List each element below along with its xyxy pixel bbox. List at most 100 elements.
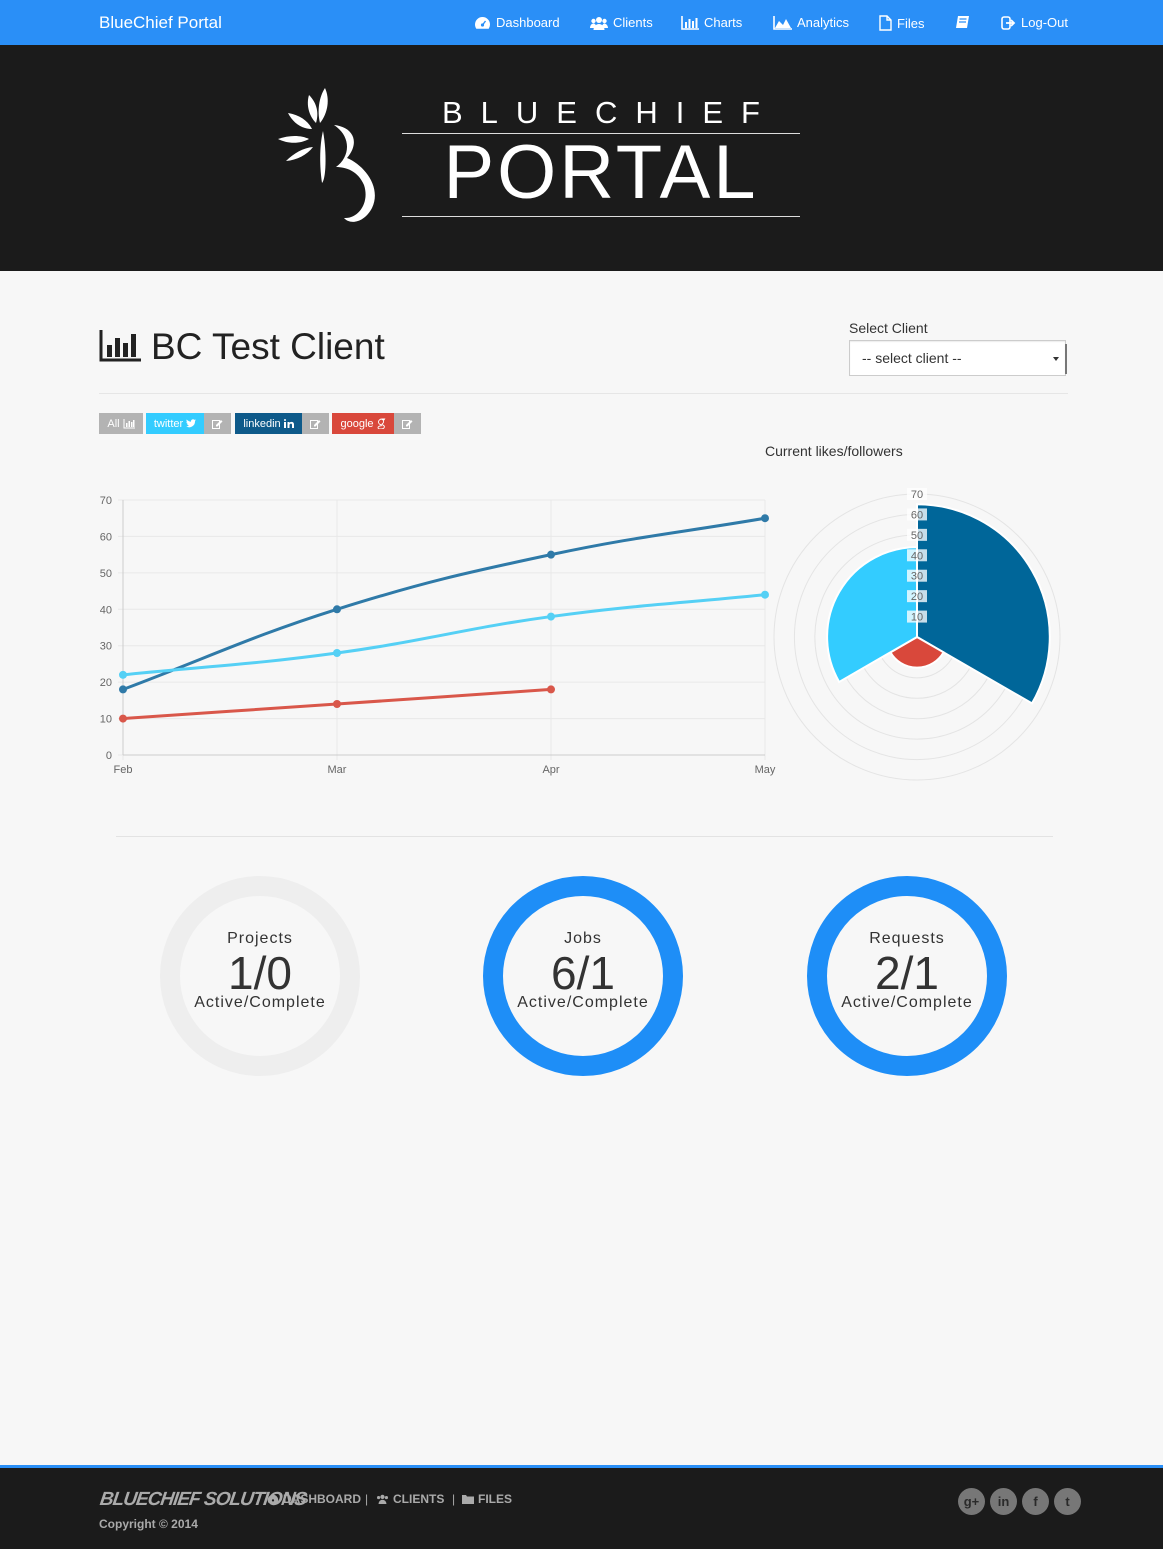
requests-value: 2/1	[875, 947, 939, 999]
select-scrollbar	[1065, 344, 1067, 374]
bar-chart-icon	[99, 330, 141, 362]
series-point-1	[547, 612, 555, 621]
logo-rule-bottom	[402, 216, 800, 217]
nav-charts[interactable]: Charts	[681, 15, 742, 30]
bar-chart-icon	[123, 418, 135, 428]
footer-link-files-label: FILES	[478, 1492, 513, 1506]
twitter-icon	[186, 419, 197, 428]
footer-link-clients-label: CLIENTS	[393, 1492, 445, 1506]
nav-analytics[interactable]: Analytics	[773, 15, 849, 30]
facebook-icon[interactable]: f	[1022, 1488, 1049, 1515]
edit-icon	[212, 419, 223, 429]
page-title: BC Test Client	[151, 326, 385, 367]
google-plus-glyph: g+	[963, 1494, 980, 1509]
filter-google-label: google	[340, 417, 374, 430]
select-client-dropdown[interactable]: -- select client --	[849, 340, 1067, 376]
nav-clients[interactable]: Clients	[590, 15, 653, 30]
linkedin-icon[interactable]: in	[990, 1488, 1017, 1515]
nav-files-label: Files	[897, 15, 925, 31]
nav-logout[interactable]: Log-Out	[1001, 15, 1068, 30]
jobs-sub: Active/Complete	[517, 994, 649, 1011]
filter-twitter-button[interactable]: twitter	[146, 413, 204, 434]
area-chart-icon	[773, 15, 792, 30]
logo-wordmark-main: PORTAL	[443, 130, 759, 215]
filter-twitter-label: twitter	[153, 417, 184, 430]
requests-stat: Requests 2/1 Active/Complete	[807, 876, 1007, 1076]
polar-tick-label: 20	[911, 591, 923, 603]
series-point-2	[333, 700, 341, 708]
series-line-1	[122, 593, 766, 677]
projects-sub: Active/Complete	[194, 994, 326, 1011]
series-point-2	[119, 714, 127, 723]
chevron-down-icon	[1053, 357, 1059, 361]
y-tick-label: 10	[100, 714, 112, 726]
twitter-icon[interactable]: t	[1054, 1488, 1081, 1515]
filter-google-button[interactable]: google	[332, 413, 394, 434]
series-point-1	[333, 649, 341, 657]
divider	[99, 393, 1068, 394]
series-point-0	[547, 550, 555, 559]
filter-all-button[interactable]: All	[99, 413, 143, 434]
edit-google-button[interactable]	[394, 413, 421, 434]
filter-all-label: All	[107, 417, 120, 430]
y-tick-label: 60	[100, 531, 112, 543]
footer-link-files[interactable]: FILES	[462, 1492, 512, 1506]
nav-dashboard[interactable]: Dashboard	[474, 15, 560, 30]
polar-tick-label: 10	[911, 612, 923, 624]
nav-book[interactable]	[955, 15, 975, 30]
projects-stat: Projects 1/0 Active/Complete	[160, 876, 360, 1076]
polar-chart-title: Current likes/followers	[765, 443, 903, 459]
nav-files[interactable]: Files	[879, 15, 924, 31]
sign-out-icon	[1001, 15, 1016, 30]
x-tick-label: Feb	[114, 764, 133, 776]
polar-tick-label: 30	[911, 571, 923, 583]
y-tick-label: 0	[106, 750, 112, 762]
facebook-glyph: f	[1033, 1494, 1038, 1509]
x-tick-label: Apr	[542, 764, 559, 776]
polar-tick-label: 60	[911, 509, 923, 521]
polar-segment-0	[916, 503, 1051, 705]
polar-tick-label: 40	[911, 550, 923, 562]
jobs-stat: Jobs 6/1 Active/Complete	[483, 876, 683, 1076]
edit-linkedin-button[interactable]	[302, 413, 329, 434]
nav-charts-label: Charts	[704, 15, 743, 30]
linkedin-glyph: in	[997, 1494, 1010, 1509]
polar-tick-label: 50	[911, 530, 923, 542]
bar-chart-icon	[681, 15, 699, 30]
requests-sub: Active/Complete	[841, 994, 973, 1011]
followers-line-chart: 010203040506070Feb Mar Apr May	[100, 495, 776, 776]
footer-separator: |	[452, 1492, 456, 1506]
nav-dashboard-label: Dashboard	[496, 15, 560, 30]
google-plus-icon	[377, 418, 385, 429]
jobs-value: 6/1	[551, 947, 615, 999]
y-tick-label: 70	[100, 495, 112, 507]
edit-twitter-button[interactable]	[204, 413, 231, 434]
footer-link-clients[interactable]: CLIENTS	[376, 1492, 444, 1506]
google-plus-icon[interactable]: g+	[958, 1488, 985, 1515]
y-tick-label: 40	[100, 604, 112, 616]
bluechief-logo-icon	[278, 88, 375, 222]
dashboard-icon	[475, 16, 490, 29]
book-icon	[956, 16, 969, 28]
file-icon	[879, 15, 892, 31]
series-point-2	[547, 685, 555, 694]
projects-value: 1/0	[228, 947, 292, 999]
copyright: Copyright © 2014	[99, 1517, 198, 1531]
series-point-1	[119, 670, 127, 679]
footer-separator: |	[365, 1492, 369, 1506]
polar-tick-label: 70	[911, 489, 923, 501]
linkedin-icon	[283, 419, 294, 428]
folder-icon	[462, 1495, 474, 1504]
nav-logout-label: Log-Out	[1021, 15, 1068, 30]
series-point-0	[119, 685, 127, 694]
filter-linkedin-button[interactable]: linkedin	[235, 413, 302, 434]
nav-clients-label: Clients	[613, 15, 653, 30]
brand-link[interactable]: BlueChief Portal	[99, 13, 222, 33]
edit-icon	[402, 419, 413, 429]
likes-polar-chart: 10 20 30 40 50 60 70	[773, 488, 1061, 781]
filter-linkedin-label: linkedin	[243, 417, 281, 430]
footer-link-dashboard[interactable]: DASHBOARD	[267, 1492, 361, 1506]
edit-icon	[310, 419, 321, 429]
select-client-value: -- select client --	[862, 350, 962, 366]
nav-analytics-label: Analytics	[797, 15, 850, 30]
